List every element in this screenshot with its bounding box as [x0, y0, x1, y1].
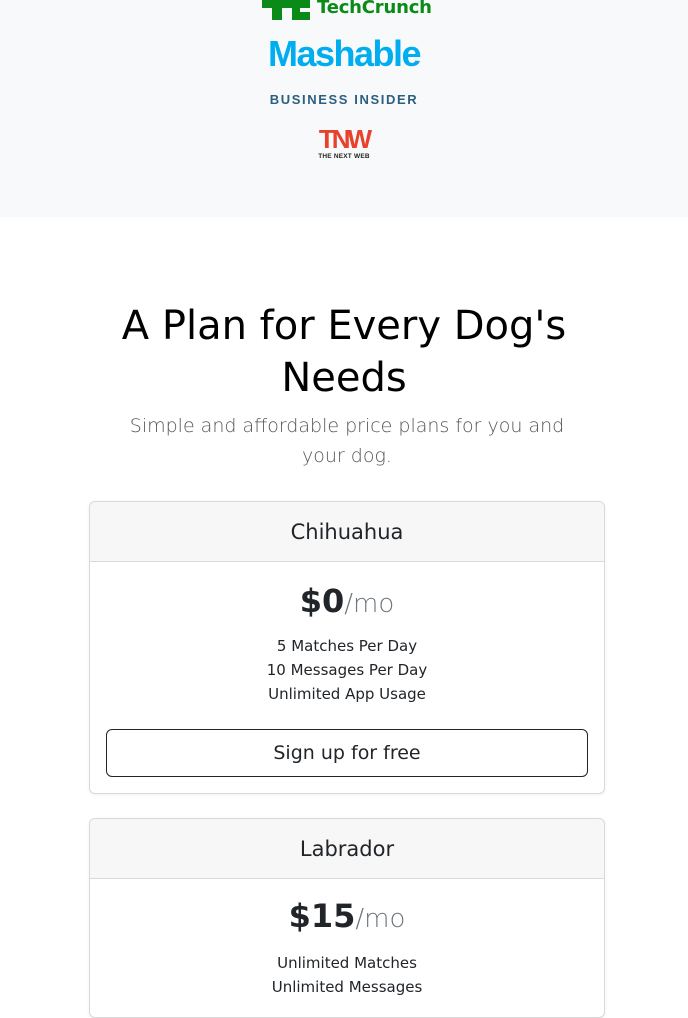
- pricing-heading-line2: Needs: [281, 355, 407, 401]
- tnw-logo-subtitle: THE NEXT WEB: [318, 153, 370, 160]
- pricing-subtitle: Simple and affordable price plans for yo…: [129, 415, 565, 467]
- plan-price: $15/mo: [90, 895, 604, 937]
- business-insider-logo: BUSINESS INSIDER: [269, 92, 419, 107]
- mashable-logo: Mashable: [267, 33, 422, 74]
- feature-item: Unlimited Messages: [271, 978, 423, 996]
- pricing-heading-line1: A Plan for Every Dog's: [121, 303, 567, 349]
- plan-name: Chihuahua: [90, 502, 604, 562]
- techcrunch-logo-text: TechCrunch: [317, 0, 432, 18]
- plan-card-chihuahua: Chihuahua $0/mo 5 Matches Per Day 10 Mes…: [89, 501, 605, 794]
- feature-item: 10 Messages Per Day: [266, 661, 428, 679]
- price-amount: $15: [288, 897, 356, 935]
- price-amount: $0: [299, 582, 345, 620]
- plan-price: $0/mo: [90, 580, 604, 622]
- pricing-heading: A Plan for Every Dog's Needs: [0, 300, 688, 404]
- sign-up-free-button[interactable]: Sign up for free: [106, 729, 588, 777]
- plan-card-labrador: Labrador $15/mo Unlimited Matches Unlimi…: [89, 818, 605, 1018]
- price-period: /mo: [355, 904, 406, 934]
- price-period: /mo: [344, 589, 395, 619]
- plan-name: Labrador: [90, 819, 604, 879]
- techcrunch-logo-icon: [262, 0, 310, 20]
- press-logos-section: TechCrunch Mashable BUSINESS INSIDER TNW…: [0, 0, 688, 217]
- feature-item: Unlimited App Usage: [268, 685, 426, 703]
- feature-item: 5 Matches Per Day: [276, 637, 418, 655]
- feature-list: 5 Matches Per Day 10 Messages Per Day Un…: [90, 634, 604, 706]
- feature-item: Unlimited Matches: [277, 954, 417, 972]
- tnw-logo: TNW: [318, 124, 372, 154]
- feature-list: Unlimited Matches Unlimited Messages: [90, 951, 604, 999]
